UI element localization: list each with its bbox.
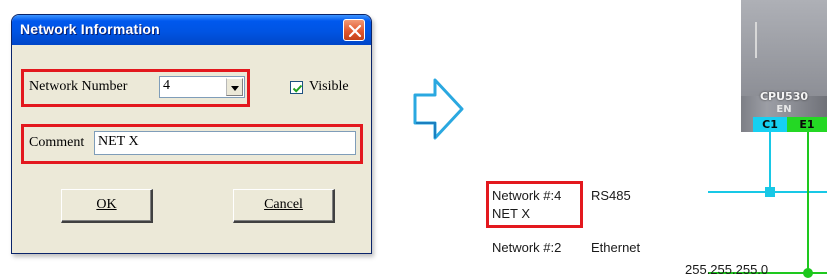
port-c1[interactable]: C1 — [753, 117, 787, 132]
network4-comment: NET X — [492, 206, 531, 221]
network-lines — [708, 132, 827, 278]
network4-id: Network #:4 — [492, 188, 562, 203]
plc-module[interactable]: CPU530 EN — [741, 0, 827, 132]
subnet-mask-label: 255.255.255.0 — [685, 262, 769, 277]
plc-model-label: CPU530 — [759, 90, 809, 103]
plc-body — [741, 0, 827, 96]
network2-type: Ethernet — [591, 240, 641, 255]
port-e1[interactable]: E1 — [787, 117, 827, 132]
network2-id: Network #:2 — [492, 240, 562, 255]
ethernet-connection-node — [803, 268, 813, 278]
network4-type: RS485 — [591, 188, 631, 203]
rs485-connection-node — [765, 187, 775, 197]
plc-led-strip — [755, 22, 761, 58]
plc-sub-label: EN — [776, 104, 792, 115]
